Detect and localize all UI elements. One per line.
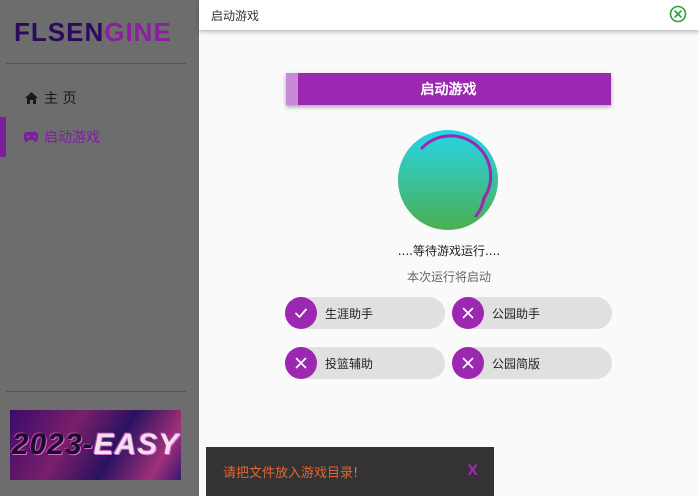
sidebar-item-launch-game[interactable]: 启动游戏 <box>0 117 199 157</box>
logo-prefix: FLSEN <box>14 17 105 47</box>
sidebar-divider-bottom <box>6 391 186 392</box>
sidebar: FLSENGINE 主 页 启动游戏 2023-EASY <box>0 0 199 496</box>
sidebar-divider-top <box>6 63 186 64</box>
window-titlebar: 启动游戏 <box>199 0 699 30</box>
module-label: 投篮辅助 <box>325 356 374 371</box>
banner-prefix: 2023- <box>11 428 94 461</box>
module-label: 公园助手 <box>492 306 541 321</box>
close-window-button[interactable] <box>669 5 687 23</box>
check-icon <box>285 297 317 329</box>
close-icon <box>452 297 484 329</box>
module-chip-career-assistant[interactable]: 生涯助手 <box>285 297 445 329</box>
promo-banner: 2023-EASY <box>10 410 181 480</box>
close-icon <box>452 347 484 379</box>
sub-status-text: 本次运行将启动 <box>406 270 491 284</box>
module-chip-shooting-assist[interactable]: 投篮辅助 <box>285 347 445 379</box>
snackbar-close-button[interactable]: X <box>467 463 478 479</box>
snackbar-message: 请把文件放入游戏目录! <box>223 466 359 481</box>
sidebar-item-label: 启动游戏 <box>44 130 100 146</box>
progress-orb <box>398 130 498 230</box>
app-logo: FLSENGINE <box>14 17 172 48</box>
banner-text: 2023-EASY <box>12 428 179 462</box>
module-chip-park-lite[interactable]: 公园简版 <box>452 347 612 379</box>
module-label: 生涯助手 <box>325 306 374 321</box>
sidebar-item-label: 主 页 <box>44 91 77 107</box>
module-label: 公园简版 <box>492 356 541 371</box>
module-chip-park-assistant[interactable]: 公园助手 <box>452 297 612 329</box>
sidebar-item-home[interactable]: 主 页 <box>0 78 199 118</box>
window-title: 启动游戏 <box>211 8 260 23</box>
close-circle-icon <box>669 5 687 23</box>
close-icon <box>285 347 317 379</box>
home-icon <box>24 91 38 105</box>
logo-suffix: GINE <box>104 17 172 47</box>
launch-game-button[interactable]: 启动游戏 <box>286 73 611 105</box>
snackbar: 请把文件放入游戏目录! X <box>206 447 494 496</box>
banner-highlight: EASY <box>93 428 180 461</box>
gamepad-icon <box>24 130 38 144</box>
status-text: ....等待游戏运行.... <box>397 244 501 258</box>
